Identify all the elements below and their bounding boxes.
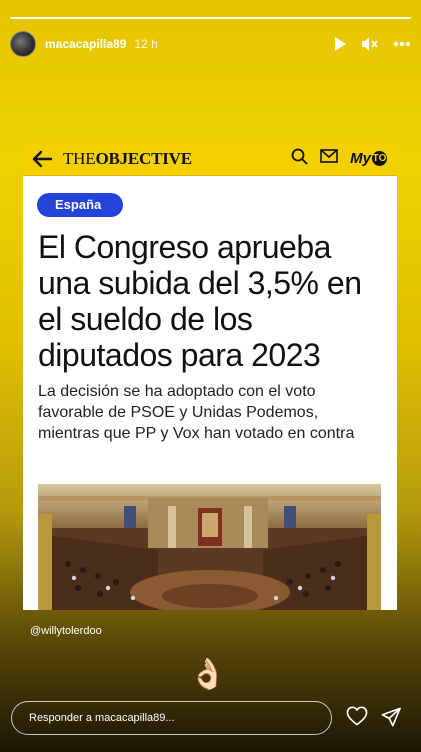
search-icon[interactable] <box>291 148 308 170</box>
mention-tag[interactable]: @willytolerdoo <box>30 625 102 637</box>
more-icon[interactable] <box>393 41 411 47</box>
site-logo[interactable]: THEOBJECTIVE <box>63 149 192 169</box>
ok-hand-sticker: 👌🏻 <box>189 658 227 691</box>
story-header: macacapilla89 12 h <box>10 31 411 57</box>
heart-icon[interactable] <box>346 706 368 731</box>
category-badge[interactable]: España <box>37 193 124 217</box>
article-headline: El Congreso aprueba una subida del 3,5% … <box>38 229 362 373</box>
play-icon[interactable] <box>333 36 347 52</box>
story-controls <box>333 36 411 52</box>
username[interactable]: macacapilla89 <box>45 37 126 51</box>
myto-button[interactable]: My TO <box>350 150 387 167</box>
avatar[interactable] <box>10 31 36 57</box>
mail-icon[interactable] <box>320 149 338 168</box>
congress-chamber-photo <box>38 484 381 610</box>
site-header-actions: My TO <box>291 148 387 170</box>
reply-input[interactable]: Responder a macacapilla89... <box>11 701 332 735</box>
site-header: THEOBJECTIVE My TO <box>23 142 397 176</box>
story-progress-bar <box>10 17 411 19</box>
send-icon[interactable] <box>381 707 401 732</box>
back-arrow-icon[interactable] <box>31 149 53 169</box>
shared-article-screenshot[interactable]: THEOBJECTIVE My TO España El Congreso apr… <box>23 142 397 610</box>
article-subtitle: La decisión se ha adoptado con el voto f… <box>38 383 355 442</box>
mute-icon[interactable] <box>361 36 379 52</box>
story-time: 12 h <box>134 37 158 51</box>
